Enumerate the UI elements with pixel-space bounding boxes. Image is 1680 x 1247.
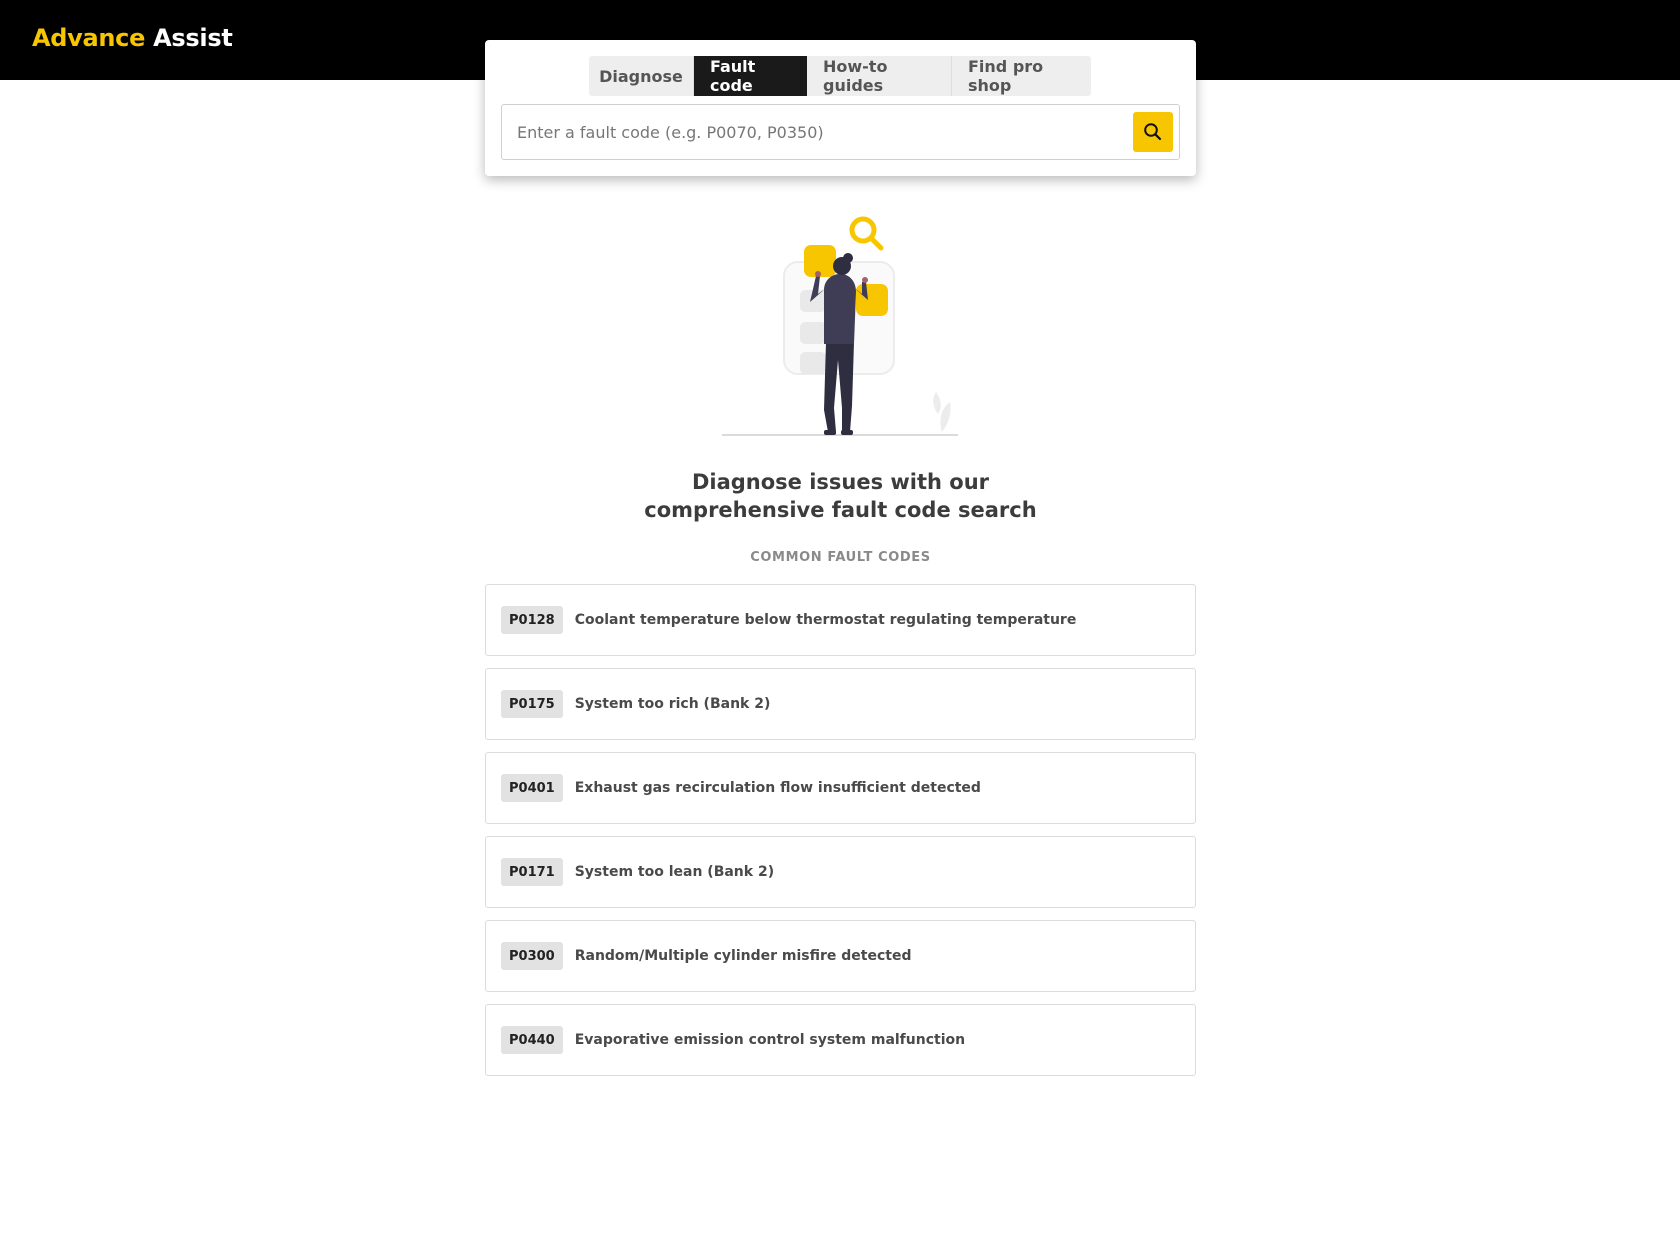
fault-code-badge: P0128: [501, 606, 563, 634]
fault-code-item[interactable]: P0128 Coolant temperature below thermost…: [485, 584, 1196, 656]
hero-headline-line1: Diagnose issues with our: [691, 470, 990, 494]
fault-code-item[interactable]: P0171 System too lean (Bank 2): [485, 836, 1196, 908]
common-fault-codes-label: COMMON FAULT CODES: [750, 550, 931, 565]
tab-diagnose[interactable]: Diagnose: [589, 56, 694, 96]
tab-how-to-guides[interactable]: How-to guides: [807, 56, 952, 96]
tab-bar: Diagnose Fault code How-to guides Find p…: [589, 56, 1091, 96]
fault-code-description: Coolant temperature below thermostat reg…: [574, 612, 1077, 628]
tab-find-pro-shop[interactable]: Find pro shop: [952, 56, 1091, 96]
fault-code-badge: P0171: [501, 858, 563, 886]
fault-code-search-input[interactable]: [502, 105, 1122, 159]
fault-code-description: System too rich (Bank 2): [574, 696, 771, 712]
fault-code-badge: P0440: [501, 1026, 563, 1054]
hero-headline: Diagnose issues with our comprehensive f…: [485, 468, 1196, 524]
fault-code-list: P0128 Coolant temperature below thermost…: [485, 584, 1196, 1088]
fault-code-description: System too lean (Bank 2): [574, 864, 775, 880]
brand-name-part2: Assist: [153, 24, 233, 52]
fault-code-description: Evaporative emission control system malf…: [574, 1032, 966, 1048]
fault-code-item[interactable]: P0401 Exhaust gas recirculation flow ins…: [485, 752, 1196, 824]
hero-headline-line2: comprehensive fault code search: [644, 498, 1037, 522]
search-card: Diagnose Fault code How-to guides Find p…: [485, 40, 1196, 176]
brand-logo[interactable]: Advance Assist: [32, 24, 233, 52]
person-search-illustration: [720, 210, 960, 440]
fault-code-item[interactable]: P0440 Evaporative emission control syste…: [485, 1004, 1196, 1076]
search-icon: [1143, 122, 1163, 142]
search-button[interactable]: [1133, 112, 1173, 152]
brand-name-part1: Advance: [32, 24, 146, 52]
fault-code-item[interactable]: P0300 Random/Multiple cylinder misfire d…: [485, 920, 1196, 992]
tab-fault-code[interactable]: Fault code: [694, 56, 807, 96]
fault-code-badge: P0401: [501, 774, 563, 802]
fault-code-item[interactable]: P0175 System too rich (Bank 2): [485, 668, 1196, 740]
fault-code-description: Exhaust gas recirculation flow insuffici…: [574, 780, 981, 796]
fault-code-badge: P0300: [501, 942, 563, 970]
fault-code-badge: P0175: [501, 690, 563, 718]
search-box: [501, 104, 1180, 160]
fault-code-description: Random/Multiple cylinder misfire detecte…: [574, 948, 912, 964]
